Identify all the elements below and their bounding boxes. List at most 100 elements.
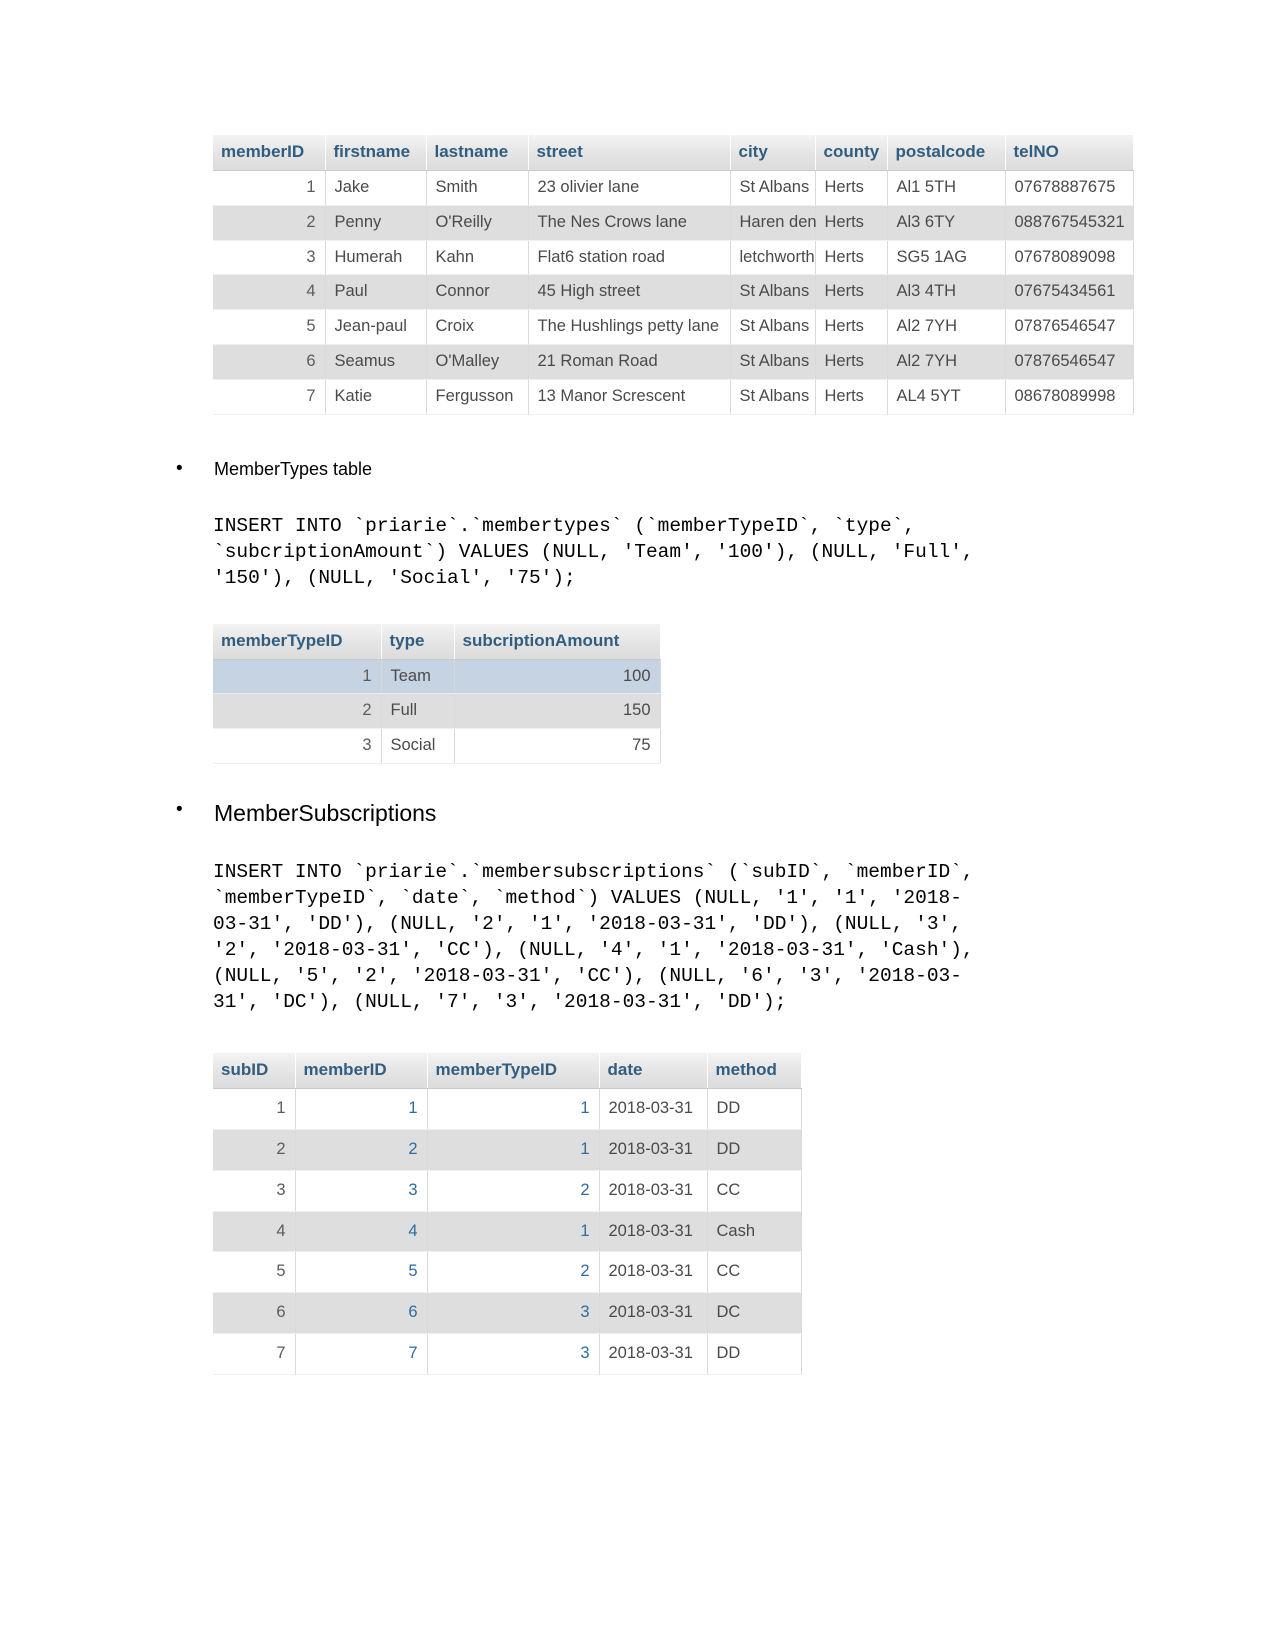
cell-memberid: 1 <box>295 1088 428 1131</box>
cell-city: St Albans <box>730 274 816 311</box>
cell-subid: 4 <box>213 1211 296 1253</box>
cell-firstname: Humerah <box>325 240 427 276</box>
column-header-membertypeid[interactable]: memberTypeID <box>213 623 382 660</box>
cell-type: Team <box>381 659 455 695</box>
cell-memberid: 5 <box>213 309 326 345</box>
column-header-subcriptionamount[interactable]: subcriptionAmount <box>454 623 661 660</box>
column-header-membertypeid[interactable]: memberTypeID <box>427 1053 600 1090</box>
bullet-glyph-icon: • <box>176 457 183 479</box>
column-header-street[interactable]: street <box>528 135 731 171</box>
cell-lastname: Fergusson <box>426 379 529 415</box>
cell-date: 2018-03-31 <box>599 1292 708 1335</box>
column-header-city[interactable]: city <box>730 135 816 171</box>
cell-method: DD <box>707 1088 802 1131</box>
column-header-type[interactable]: type <box>381 623 455 660</box>
sql-statement-membersubscriptions: INSERT INTO `priarie`.`membersubscriptio… <box>213 860 974 1014</box>
cell-telno: 07876546547 <box>1005 309 1134 345</box>
cell-membertypeid: 2 <box>427 1251 600 1294</box>
cell-method: DD <box>707 1129 802 1171</box>
table-row: 5 5 2 2018-03-31 CC <box>213 1251 802 1294</box>
cell-subid: 7 <box>213 1333 296 1375</box>
cell-membertypeid: 1 <box>213 659 382 695</box>
sql-statement-membertypes: INSERT INTO `priarie`.`membertypes` (`me… <box>213 515 974 590</box>
cell-memberid: 2 <box>295 1129 428 1171</box>
cell-city: Haren den <box>730 205 817 241</box>
cell-memberid: 3 <box>295 1170 428 1212</box>
cell-membertypeid: 3 <box>213 728 382 764</box>
cell-city: St Albans <box>730 170 816 206</box>
cell-lastname: Kahn <box>426 240 529 276</box>
column-header-subid[interactable]: subID <box>213 1053 296 1090</box>
cell-county: Herts <box>815 170 888 206</box>
cell-method: CC <box>707 1170 802 1212</box>
cell-telno: 088767545321 <box>1005 205 1134 241</box>
table-row: 7 Katie Fergusson 13 Manor Screscent St … <box>213 379 1134 415</box>
cell-street: 45 High street <box>528 274 731 311</box>
column-header-memberid[interactable]: memberID <box>295 1053 428 1090</box>
cell-telno: 07678887675 <box>1005 170 1134 206</box>
column-header-postalcode[interactable]: postalcode <box>887 135 1006 171</box>
column-header-method[interactable]: method <box>707 1053 802 1090</box>
cell-subid: 5 <box>213 1251 296 1294</box>
column-header-memberid[interactable]: memberID <box>213 135 326 171</box>
column-header-date[interactable]: date <box>599 1053 708 1090</box>
cell-membertypeid: 1 <box>427 1129 600 1171</box>
column-header-telno[interactable]: telNO <box>1005 135 1134 171</box>
cell-memberid: 6 <box>295 1292 428 1335</box>
cell-memberid: 7 <box>213 379 326 415</box>
document-page: memberID firstname lastname street city … <box>0 0 1275 1650</box>
cell-telno: 07675434561 <box>1005 274 1134 311</box>
table-header-row: memberID firstname lastname street city … <box>213 135 1134 171</box>
table-row: 3 3 2 2018-03-31 CC <box>213 1170 802 1212</box>
table-row: 4 4 1 2018-03-31 Cash <box>213 1211 802 1253</box>
cell-date: 2018-03-31 <box>599 1129 708 1171</box>
cell-date: 2018-03-31 <box>599 1170 708 1212</box>
cell-subid: 2 <box>213 1129 296 1171</box>
cell-method: Cash <box>707 1211 802 1253</box>
column-header-lastname[interactable]: lastname <box>426 135 529 171</box>
column-header-county[interactable]: county <box>815 135 888 171</box>
members-result-grid: memberID firstname lastname street city … <box>213 135 1134 415</box>
cell-type: Social <box>381 728 455 764</box>
cell-subid: 3 <box>213 1170 296 1212</box>
cell-city: St Albans <box>730 309 816 345</box>
cell-memberid: 6 <box>213 344 326 380</box>
cell-lastname: O'Malley <box>426 344 529 380</box>
cell-lastname: Croix <box>426 309 529 345</box>
table-row: 6 Seamus O'Malley 21 Roman Road St Alban… <box>213 344 1134 380</box>
cell-membertypeid: 3 <box>427 1333 600 1375</box>
cell-postalcode: AL4 5YT <box>887 379 1006 415</box>
table-row: 2 Penny O'Reilly The Nes Crows lane Hare… <box>213 205 1134 241</box>
cell-lastname: O'Reilly <box>426 205 529 241</box>
cell-date: 2018-03-31 <box>599 1333 708 1375</box>
cell-street: The Nes Crows lane <box>528 205 731 241</box>
cell-memberid: 1 <box>213 170 326 206</box>
cell-memberid: 4 <box>295 1211 428 1253</box>
cell-method: DD <box>707 1333 802 1375</box>
cell-subid: 6 <box>213 1292 296 1335</box>
cell-firstname: Paul <box>325 274 427 311</box>
cell-postalcode: Al1 5TH <box>887 170 1006 206</box>
cell-date: 2018-03-31 <box>599 1251 708 1294</box>
bullet-label-membertypes: MemberTypes table <box>214 458 373 479</box>
cell-telno: 07678089098 <box>1005 240 1134 276</box>
cell-county: Herts <box>815 240 888 276</box>
cell-city: St Albans <box>730 344 816 380</box>
table-row: 1 Team 100 <box>213 659 661 695</box>
column-header-firstname[interactable]: firstname <box>325 135 427 171</box>
top-spacer <box>0 0 1275 135</box>
table-header-row: memberTypeID type subcriptionAmount <box>213 623 661 660</box>
cell-postalcode: Al2 7YH <box>887 344 1006 380</box>
cell-firstname: Katie <box>325 379 427 415</box>
cell-method: CC <box>707 1251 802 1294</box>
cell-lastname: Smith <box>426 170 529 206</box>
cell-membertypeid: 1 <box>427 1088 600 1131</box>
cell-county: Herts <box>815 309 888 345</box>
cell-membertypeid: 2 <box>427 1170 600 1212</box>
table-row: 3 Social 75 <box>213 728 661 764</box>
cell-membertypeid: 3 <box>427 1292 600 1335</box>
